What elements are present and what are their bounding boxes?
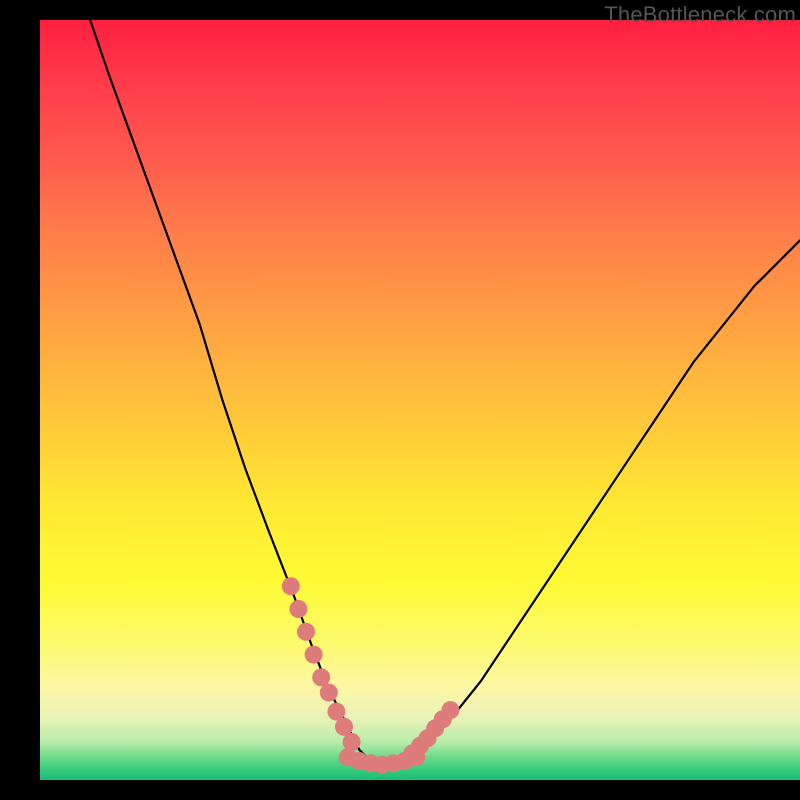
highlight-dots-group bbox=[282, 577, 460, 774]
watermark-text: TheBottleneck.com bbox=[604, 2, 796, 28]
highlight-dot bbox=[305, 646, 323, 664]
highlight-dot bbox=[343, 733, 361, 751]
plot-area bbox=[40, 20, 800, 780]
highlight-dot bbox=[289, 600, 307, 618]
highlight-dot bbox=[441, 701, 459, 719]
highlight-dot bbox=[297, 623, 315, 641]
curve-layer bbox=[40, 20, 800, 780]
highlight-dot bbox=[282, 577, 300, 595]
highlight-dot bbox=[320, 684, 338, 702]
bottleneck-curve bbox=[90, 20, 800, 765]
chart-frame: TheBottleneck.com bbox=[20, 0, 800, 780]
